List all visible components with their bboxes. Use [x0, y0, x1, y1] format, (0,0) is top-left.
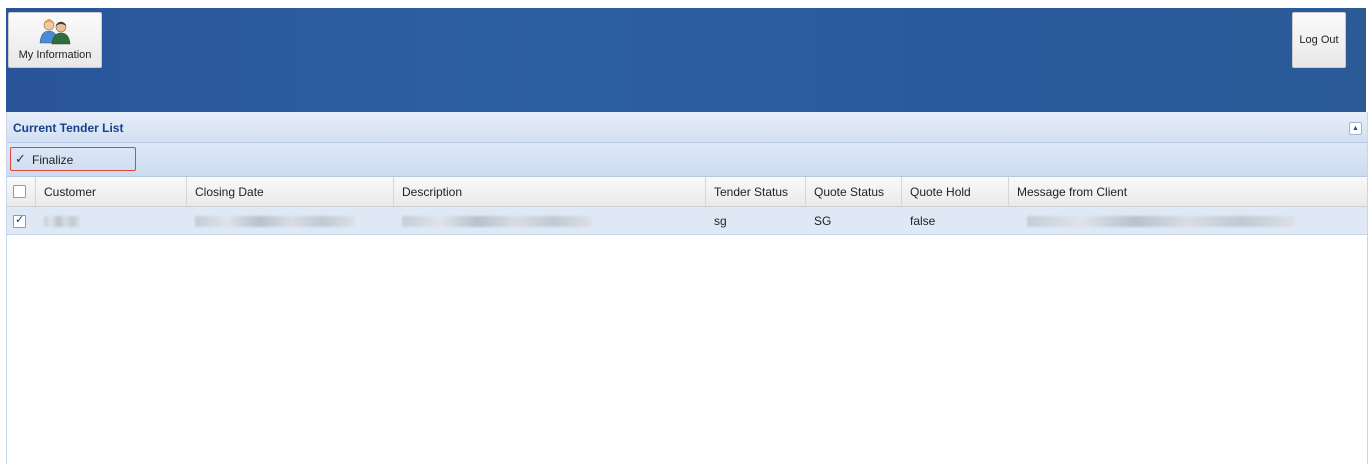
row-select-cell[interactable] [7, 207, 36, 234]
column-header-quote-hold[interactable]: Quote Hold [902, 177, 1009, 206]
cell-tender-status: sg [706, 207, 806, 234]
cell-message-from-client [1009, 207, 1367, 234]
finalize-label: Finalize [32, 153, 74, 167]
grid-header: Customer Closing Date Description Tender… [7, 177, 1367, 207]
table-row[interactable]: sg SG false [7, 207, 1367, 235]
column-header-quote-status[interactable]: Quote Status [806, 177, 902, 206]
cell-text: false [910, 214, 936, 228]
select-all-checkbox[interactable] [13, 185, 26, 198]
cell-closing-date [187, 207, 394, 234]
column-label: Tender Status [714, 185, 789, 199]
users-icon [39, 19, 71, 45]
collapse-up-icon[interactable]: ▲ [1349, 122, 1362, 135]
column-header-customer[interactable]: Customer [36, 177, 187, 206]
column-label: Quote Hold [910, 185, 971, 199]
redacted-text [402, 216, 592, 227]
cell-text: sg [714, 214, 727, 228]
row-checkbox[interactable] [13, 213, 26, 228]
cell-quote-status: SG [806, 207, 902, 234]
redacted-text [195, 216, 355, 227]
panel-title: Current Tender List [13, 121, 124, 135]
finalize-button[interactable]: ✓ Finalize [10, 147, 136, 171]
log-out-button[interactable]: Log Out [1292, 12, 1346, 68]
my-information-button[interactable]: My Information [8, 12, 102, 68]
checkmark-icon: ✓ [15, 151, 26, 166]
column-label: Message from Client [1017, 185, 1128, 199]
cell-quote-hold: false [902, 207, 1009, 234]
column-header-tender-status[interactable]: Tender Status [706, 177, 806, 206]
column-header-description[interactable]: Description [394, 177, 706, 206]
column-label: Closing Date [195, 185, 264, 199]
cell-customer [36, 207, 187, 234]
column-label: Customer [44, 185, 97, 199]
redacted-text [1027, 216, 1295, 227]
select-all-column[interactable] [7, 177, 36, 206]
column-header-message-from-client[interactable]: Message from Client [1009, 177, 1367, 206]
cell-text: SG [814, 214, 832, 228]
column-header-closing-date[interactable]: Closing Date [187, 177, 394, 206]
panel-header: Current Tender List ▲ [7, 112, 1367, 143]
app-header: My Information Log Out [6, 8, 1366, 112]
panel-toolbar: ✓ Finalize [7, 143, 1367, 177]
redacted-text [44, 216, 80, 227]
my-information-label: My Information [18, 49, 92, 61]
cell-description [394, 207, 706, 234]
tender-list-panel: Current Tender List ▲ ✓ Finalize Custome… [6, 112, 1368, 464]
column-label: Description [402, 185, 463, 199]
column-label: Quote Status [814, 185, 885, 199]
